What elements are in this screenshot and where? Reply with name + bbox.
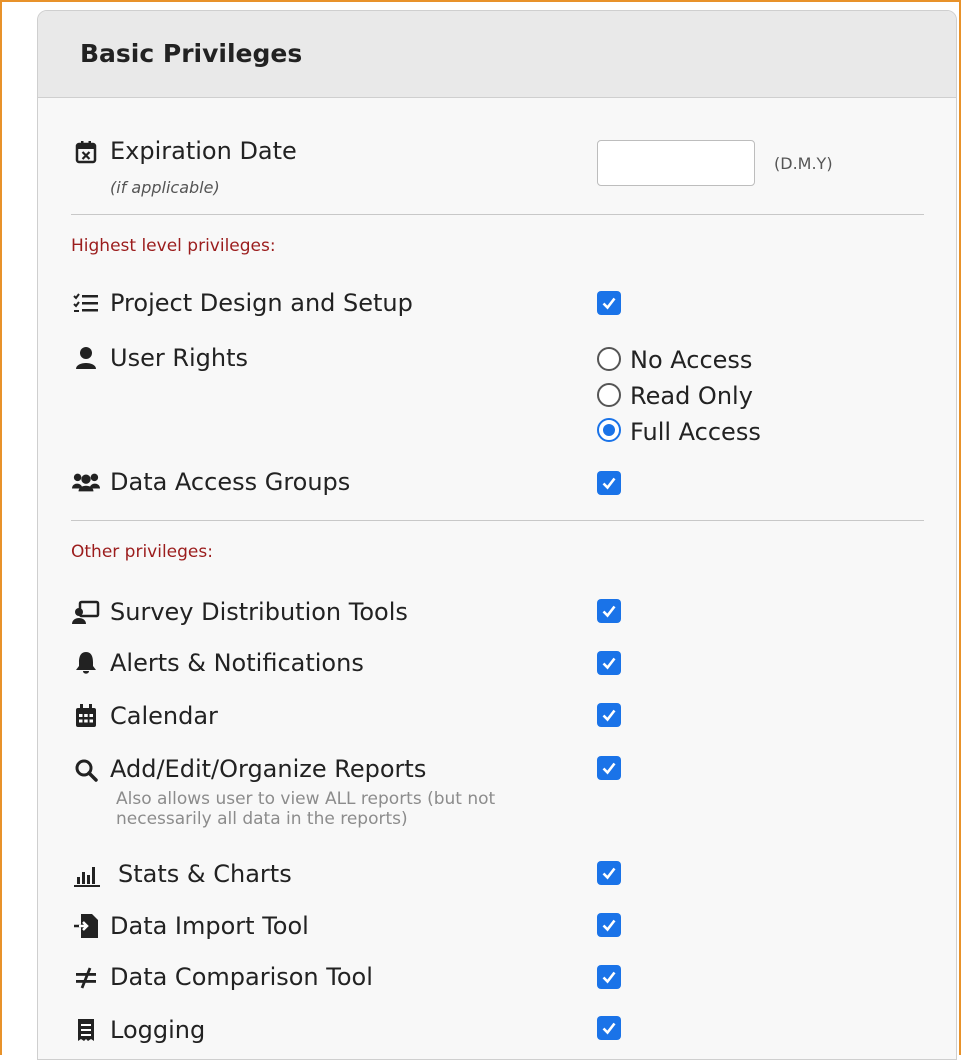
list-check-icon xyxy=(72,289,100,317)
calendar-icon xyxy=(72,702,100,730)
alerts-notifications-label: Alerts & Notifications xyxy=(110,649,364,677)
bar-chart-icon xyxy=(72,861,100,889)
reports-checkbox[interactable] xyxy=(597,756,621,780)
logging-label: Logging xyxy=(110,1016,206,1044)
not-equal-icon xyxy=(72,964,100,992)
calendar-label: Calendar xyxy=(110,702,218,730)
chalkboard-user-icon xyxy=(72,598,100,626)
reports-note: necessarily all data in the reports) xyxy=(116,809,408,829)
search-icon xyxy=(72,756,100,784)
calendar-x-icon xyxy=(72,138,100,166)
file-import-icon xyxy=(72,912,100,940)
user-rights-no-access-radio[interactable] xyxy=(597,347,621,371)
project-design-label: Project Design and Setup xyxy=(110,289,413,317)
expiration-date-sublabel: (if applicable) xyxy=(110,178,220,197)
user-icon xyxy=(72,344,100,372)
receipt-icon xyxy=(72,1016,100,1044)
user-rights-option-label: Full Access xyxy=(630,418,761,446)
stats-charts-label: Stats & Charts xyxy=(118,860,292,888)
data-access-groups-checkbox[interactable] xyxy=(597,471,621,495)
user-rights-label: User Rights xyxy=(110,344,249,372)
alerts-notifications-checkbox[interactable] xyxy=(597,651,621,675)
data-import-label: Data Import Tool xyxy=(110,912,309,940)
expiration-date-label: Expiration Date xyxy=(110,137,297,165)
data-comparison-checkbox[interactable] xyxy=(597,965,621,989)
panel-title: Basic Privileges xyxy=(80,39,303,68)
expiration-date-input[interactable] xyxy=(597,140,755,186)
user-rights-option-label: No Access xyxy=(630,346,753,374)
divider xyxy=(71,520,924,521)
stats-charts-checkbox[interactable] xyxy=(597,861,621,885)
data-import-checkbox[interactable] xyxy=(597,913,621,937)
survey-distribution-checkbox[interactable] xyxy=(597,599,621,623)
reports-note: Also allows user to view ALL reports (bu… xyxy=(116,789,496,809)
data-access-groups-label: Data Access Groups xyxy=(110,468,351,496)
users-group-icon xyxy=(72,468,100,496)
bell-icon xyxy=(72,649,100,677)
reports-label: Add/Edit/Organize Reports xyxy=(110,755,427,783)
logging-checkbox[interactable] xyxy=(597,1016,621,1040)
other-privileges-heading: Other privileges: xyxy=(71,542,213,562)
user-rights-read-only-radio[interactable] xyxy=(597,383,621,407)
user-rights-full-access-radio[interactable] xyxy=(597,418,621,442)
data-comparison-label: Data Comparison Tool xyxy=(110,963,373,991)
divider xyxy=(71,214,924,215)
date-format-hint: (D.M.Y) xyxy=(774,154,833,173)
highest-privileges-heading: Highest level privileges: xyxy=(71,236,276,256)
user-rights-option-label: Read Only xyxy=(630,382,753,410)
project-design-checkbox[interactable] xyxy=(597,291,621,315)
survey-distribution-label: Survey Distribution Tools xyxy=(110,598,408,626)
basic-privileges-panel: Basic Privileges Expiration Date (if app… xyxy=(37,10,957,1060)
panel-header: Basic Privileges xyxy=(38,11,956,98)
calendar-checkbox[interactable] xyxy=(597,703,621,727)
